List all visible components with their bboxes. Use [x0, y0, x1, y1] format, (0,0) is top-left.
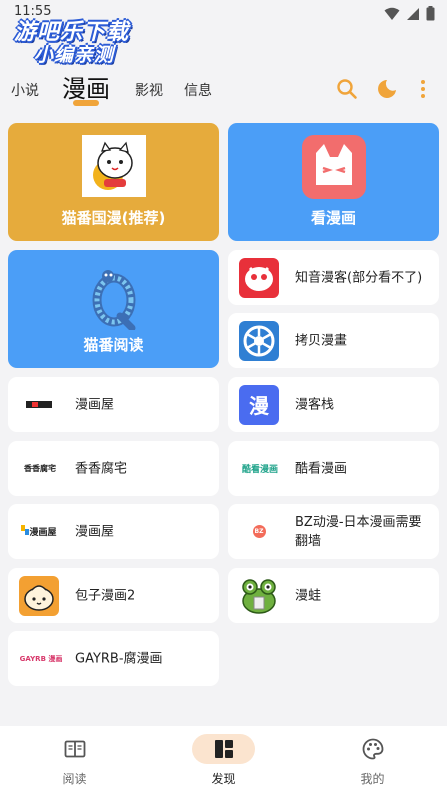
manhuawu2-logo-icon: 漫画屋: [19, 511, 59, 552]
source-label: 拷贝漫畫: [295, 333, 348, 348]
battery-icon: [426, 6, 435, 21]
source-card-manwa[interactable]: 漫蛙: [228, 568, 439, 623]
source-label: 猫番国漫(推荐): [61, 209, 166, 227]
nav-item-mine[interactable]: 我的: [298, 726, 447, 794]
nav-item-read[interactable]: 阅读: [0, 726, 149, 794]
dashboard-icon: [214, 740, 233, 758]
watermark-logo: 游吧乐下载 小编亲测: [14, 14, 154, 66]
source-label: 看漫画: [310, 209, 356, 227]
signal-icon: [407, 7, 419, 20]
source-label: 漫蛙: [295, 588, 322, 603]
source-card-baozi[interactable]: 包子漫画2: [8, 568, 219, 623]
source-card-bz[interactable]: BZ BZ动漫-日本漫画需要翻墙: [228, 504, 439, 559]
source-label: GAYRB-腐漫画: [75, 651, 163, 666]
source-card-xiangxiang[interactable]: 香香腐宅 香香腐宅: [8, 441, 219, 496]
xiangxiang-logo-icon: 香香腐宅: [19, 448, 61, 489]
mankezhan-logo-icon: 漫: [239, 384, 279, 425]
zhiyin-logo-icon: [239, 257, 279, 298]
source-label: 漫画屋: [75, 524, 115, 539]
tab-info[interactable]: 信息: [184, 80, 212, 100]
manhuawu-logo-icon: [19, 384, 59, 425]
kukan-logo-icon: 酷看漫画: [239, 448, 281, 489]
wifi-icon: [384, 7, 400, 20]
bz-logo-icon: BZ: [239, 511, 279, 552]
more-vert-icon[interactable]: [417, 78, 429, 100]
moon-icon[interactable]: [376, 78, 398, 100]
source-label: BZ动漫-日本漫画需要翻墙: [295, 514, 422, 549]
nav-label: 阅读: [62, 772, 87, 786]
source-label: 香香腐宅: [75, 461, 128, 476]
kan-manhua-logo-icon: [302, 135, 366, 199]
top-tab-bar: 小说 漫画 影视 信息: [0, 66, 447, 112]
source-card-manhuawu[interactable]: 漫画屋: [8, 377, 219, 432]
maofan-guoman-logo: [82, 135, 146, 197]
bz-logo-badge: BZ: [252, 525, 266, 538]
source-card-kaobei[interactable]: 拷贝漫畫: [228, 313, 439, 368]
source-label: 漫客栈: [295, 397, 335, 412]
manhuawu2-logo-text: 漫画屋: [29, 528, 57, 538]
book-icon: [64, 740, 85, 758]
source-card-manhuawu-2[interactable]: 漫画屋 漫画屋: [8, 504, 219, 559]
kaobei-logo-icon: [239, 320, 279, 361]
source-card-zhiyin[interactable]: 知音漫客(部分看不了): [228, 250, 439, 305]
tab-novel[interactable]: 小说: [11, 80, 39, 100]
nav-item-discover[interactable]: 发现: [149, 726, 298, 794]
source-label: 包子漫画2: [75, 588, 136, 603]
cat-mascot-icon: [93, 141, 133, 190]
source-card-maofan-guoman[interactable]: 猫番国漫(推荐): [8, 123, 219, 241]
palette-icon: [362, 738, 383, 760]
source-card-mankezhan[interactable]: 漫 漫客栈: [228, 377, 439, 432]
tab-video[interactable]: 影视: [135, 80, 163, 100]
source-card-maofan-yuedu[interactable]: 猫番阅读: [8, 250, 219, 368]
snake-q-icon: [92, 270, 136, 330]
gayrb-logo-icon: GAYRB 漫画: [19, 638, 63, 679]
bottom-nav-bar: 阅读 发现 我的: [0, 726, 447, 794]
source-label: 漫画屋: [75, 397, 115, 412]
source-card-kan-manhua[interactable]: 看漫画: [228, 123, 439, 241]
source-label: 酷看漫画: [295, 461, 348, 476]
source-card-gayrb[interactable]: GAYRB 漫画 GAYRB-腐漫画: [8, 631, 219, 686]
baozi-logo-icon: [19, 575, 59, 616]
nav-label: 我的: [360, 772, 385, 786]
watermark-line2: 小编亲测: [34, 44, 115, 66]
source-label: 猫番阅读: [83, 336, 144, 354]
source-card-kukan[interactable]: 酷看漫画 酷看漫画: [228, 441, 439, 496]
search-icon[interactable]: [336, 78, 358, 100]
tab-comic[interactable]: 漫画: [62, 69, 110, 104]
nav-label: 发现: [211, 772, 236, 786]
source-label: 知音漫客(部分看不了): [295, 270, 423, 285]
frog-icon: [239, 575, 279, 616]
status-icons: [384, 6, 435, 21]
active-tab-indicator: [73, 100, 99, 106]
